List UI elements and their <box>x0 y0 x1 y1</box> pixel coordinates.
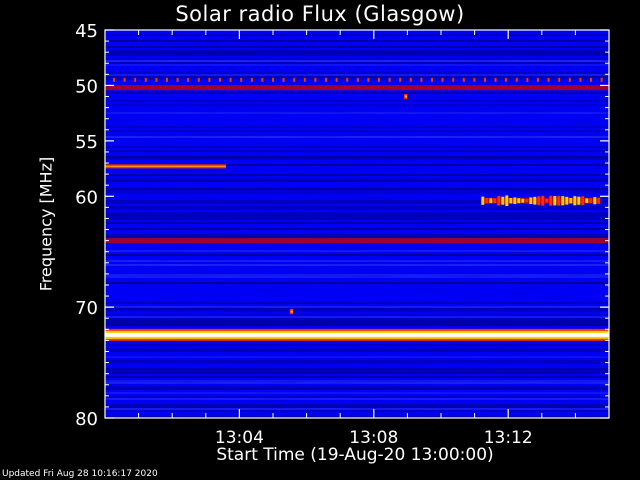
y-tick-label: 80 <box>75 409 98 430</box>
periodic-dot <box>568 77 571 82</box>
periodic-dot <box>346 77 349 82</box>
periodic-dot <box>240 77 243 82</box>
burst-segment <box>529 197 533 204</box>
periodic-dot <box>515 77 518 82</box>
periodic-dot <box>399 77 402 82</box>
burst-segment <box>593 197 597 205</box>
y-tick-label: 55 <box>75 132 98 153</box>
periodic-dot <box>261 77 264 82</box>
burst-segment <box>517 198 521 204</box>
periodic-dot <box>378 77 380 82</box>
y-tick-label: 70 <box>75 298 98 319</box>
periodic-dot <box>409 77 412 82</box>
periodic-dot <box>155 77 158 82</box>
periodic-dot <box>314 77 317 82</box>
periodic-dot <box>441 77 444 82</box>
periodic-dot <box>462 77 465 82</box>
burst-segment <box>589 198 593 204</box>
burst-segment <box>585 198 589 204</box>
periodic-dot <box>144 77 147 82</box>
periodic-dot <box>219 77 221 82</box>
periodic-dot <box>250 77 253 82</box>
periodic-dot <box>335 77 338 82</box>
x-tick-label: 13:04 <box>215 428 264 448</box>
burst-segment <box>497 196 501 206</box>
burst-segment <box>557 195 561 206</box>
emission-band <box>105 238 609 244</box>
x-tick-label: 13:08 <box>349 428 398 448</box>
periodic-dot <box>197 77 200 82</box>
burst-segment <box>597 197 601 204</box>
periodic-dot <box>134 77 137 82</box>
emission-spot-core <box>290 310 293 313</box>
burst-segment <box>485 198 489 204</box>
periodic-dot <box>484 77 486 82</box>
burst-segment <box>553 196 557 206</box>
periodic-dot <box>187 77 190 82</box>
periodic-dot <box>420 77 423 82</box>
burst-segment <box>577 196 581 205</box>
periodic-dot <box>494 77 497 82</box>
periodic-dot <box>505 77 508 82</box>
periodic-dot <box>367 77 370 82</box>
periodic-dot <box>388 77 391 82</box>
periodic-dot <box>272 77 274 82</box>
burst-segment <box>509 198 513 204</box>
periodic-dot <box>579 77 582 82</box>
burst-segment <box>513 197 517 204</box>
periodic-dot <box>113 77 115 82</box>
burst-segment <box>581 196 585 206</box>
burst-segment <box>549 195 553 206</box>
burst-segment <box>481 196 485 205</box>
periodic-dot <box>452 77 455 82</box>
burst-segment <box>493 198 497 203</box>
burst-segment <box>561 196 565 206</box>
periodic-dot <box>123 77 126 82</box>
periodic-dot <box>356 77 359 82</box>
burst-segment <box>533 196 537 205</box>
burst-segment <box>545 198 549 203</box>
burst-segment <box>541 195 545 206</box>
burst-segment <box>501 196 505 205</box>
y-tick-label: 45 <box>75 21 98 42</box>
burst-segment <box>505 195 509 207</box>
periodic-dot <box>229 77 232 82</box>
periodic-dot <box>547 77 550 82</box>
burst-segment <box>573 196 577 206</box>
emission-band <box>105 332 609 337</box>
emission-band <box>105 85 609 91</box>
burst-segment <box>489 198 493 204</box>
periodic-dot <box>590 77 592 82</box>
burst-segment <box>569 198 573 204</box>
periodic-dot <box>293 77 296 82</box>
periodic-dot <box>208 77 211 82</box>
x-tick-label: 13:12 <box>484 428 533 448</box>
periodic-dot <box>526 77 529 82</box>
periodic-dot <box>325 77 327 82</box>
periodic-dot <box>303 77 306 82</box>
burst-segment <box>521 198 525 203</box>
emission-band-core <box>105 165 226 167</box>
periodic-dot <box>600 77 603 82</box>
periodic-dot <box>558 77 561 82</box>
periodic-dot <box>166 77 168 82</box>
y-tick-label: 60 <box>75 187 98 208</box>
periodic-dot <box>473 77 476 82</box>
periodic-dot <box>176 77 179 82</box>
burst-segment <box>565 196 569 205</box>
spectrogram-chart: 13:04 13:08 13:12 45 50 55 60 70 80 <box>75 21 610 448</box>
burst-segment <box>537 196 541 206</box>
periodic-dot <box>537 77 539 82</box>
y-tick-label: 50 <box>75 76 98 97</box>
periodic-dot <box>431 77 433 82</box>
emission-spot-core <box>405 95 408 98</box>
burst-segment <box>525 199 529 203</box>
periodic-dot <box>282 77 285 82</box>
